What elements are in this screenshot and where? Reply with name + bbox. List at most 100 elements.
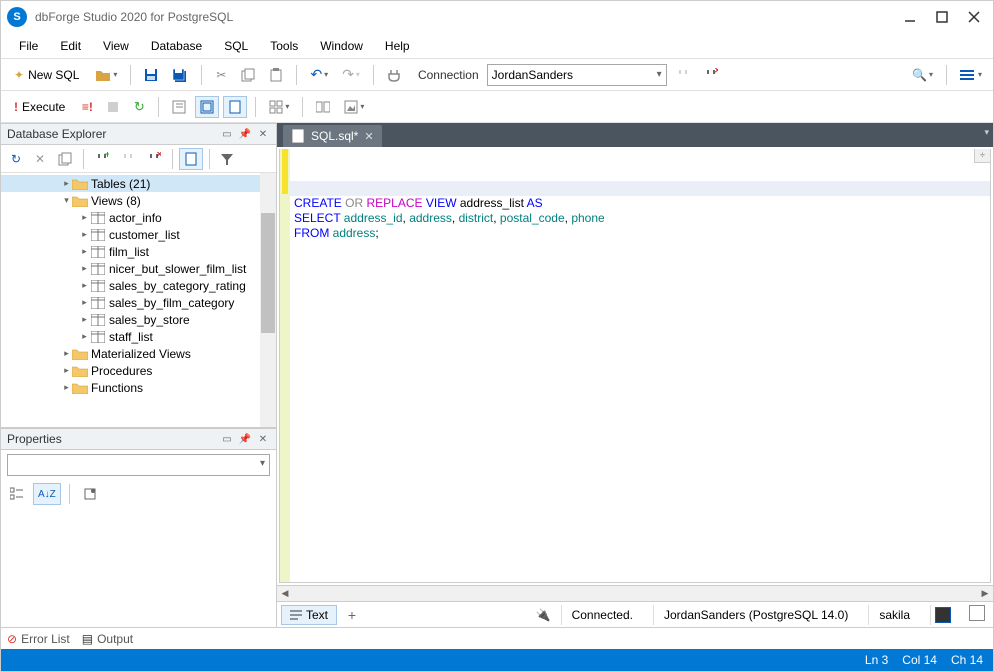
- refresh-button[interactable]: ↻: [128, 96, 150, 118]
- sql-editor[interactable]: ÷ CREATE OR REPLACE VIEW address_list AS…: [290, 149, 990, 582]
- minimize-button[interactable]: [903, 10, 917, 24]
- menu-help[interactable]: Help: [375, 36, 420, 56]
- remove-conn-button[interactable]: ×: [142, 148, 166, 170]
- execute-button[interactable]: !Execute: [7, 96, 72, 118]
- tree-row[interactable]: ▸customer_list: [1, 226, 276, 243]
- panel-close-button[interactable]: ✕: [256, 127, 270, 141]
- stop-button[interactable]: [102, 96, 124, 118]
- paste-button[interactable]: [264, 64, 288, 86]
- expand-icon[interactable]: ▸: [79, 263, 90, 274]
- add-view-button[interactable]: +: [343, 606, 361, 624]
- properties-categorized-button[interactable]: [5, 483, 29, 505]
- tree-label: staff_list: [109, 330, 153, 344]
- tab-close-button[interactable]: ✕: [364, 130, 373, 143]
- tree-row[interactable]: ▸sales_by_category_rating: [1, 277, 276, 294]
- tb-compare-button[interactable]: [311, 96, 335, 118]
- refresh-tree-button[interactable]: ↻: [5, 148, 27, 170]
- view-mode-empty-button[interactable]: [969, 605, 985, 621]
- tree-row[interactable]: ▸ nicer_but_slower_film_list: [1, 260, 276, 277]
- properties-alphabetical-button[interactable]: A↓Z: [33, 483, 61, 505]
- scroll-right-button[interactable]: ▶: [977, 588, 993, 599]
- expand-icon[interactable]: ▸: [79, 314, 90, 325]
- menu-window[interactable]: Window: [310, 36, 373, 56]
- expand-icon[interactable]: ▸: [79, 246, 90, 257]
- expand-icon[interactable]: ▸: [79, 212, 90, 223]
- find-button[interactable]: 🔍▾: [907, 64, 938, 86]
- tb-format-button[interactable]: [167, 96, 191, 118]
- tree-row[interactable]: ▸actor_info: [1, 209, 276, 226]
- menu-edit[interactable]: Edit: [50, 36, 91, 56]
- properties-pin-button[interactable]: 📌: [238, 432, 252, 446]
- tree-row[interactable]: ▸Materialized Views: [1, 345, 276, 362]
- expand-icon[interactable]: ▸: [61, 178, 72, 189]
- tree-row[interactable]: ▸sales_by_film_category: [1, 294, 276, 311]
- redo-button[interactable]: ↷▾: [337, 64, 365, 86]
- editor-tab[interactable]: SQL.sql* ✕: [283, 125, 382, 147]
- tree-row[interactable]: ▸Tables (21): [1, 175, 276, 192]
- tree-row[interactable]: ▸Procedures: [1, 362, 276, 379]
- maximize-button[interactable]: [935, 10, 949, 24]
- menu-database[interactable]: Database: [141, 36, 212, 56]
- panel-pin-button[interactable]: 📌: [238, 127, 252, 141]
- save-button[interactable]: [139, 64, 163, 86]
- tree-label: Views (8): [91, 194, 141, 208]
- output-tab[interactable]: ▤Output: [82, 632, 133, 646]
- tb-image-button[interactable]: ▾: [339, 96, 369, 118]
- expand-icon[interactable]: ▸: [79, 331, 90, 342]
- tree-row[interactable]: ▾ Views (8): [1, 192, 276, 209]
- new-sql-button[interactable]: ✦New SQL: [7, 64, 86, 86]
- undo-button[interactable]: ↶▾: [305, 64, 333, 86]
- tree-row[interactable]: ▸Functions: [1, 379, 276, 396]
- execute-to-cursor-button[interactable]: ≡!: [76, 96, 98, 118]
- menu-view[interactable]: View: [93, 36, 139, 56]
- expand-icon[interactable]: ▸: [79, 297, 90, 308]
- menu-sql[interactable]: SQL: [214, 36, 258, 56]
- tb-outline-button[interactable]: [195, 96, 219, 118]
- delete-node-button[interactable]: ✕: [29, 148, 51, 170]
- tree-label: film_list: [109, 245, 149, 259]
- tree-scrollbar[interactable]: [260, 173, 276, 427]
- attach-connection-button[interactable]: [382, 64, 406, 86]
- properties-close-button[interactable]: ✕: [256, 432, 270, 446]
- tree-row[interactable]: ▸ film_list: [1, 243, 276, 260]
- text-view-button[interactable]: Text: [281, 605, 337, 625]
- panel-window-button[interactable]: ▭: [220, 127, 234, 141]
- tree-mode-button[interactable]: [179, 148, 203, 170]
- save-all-button[interactable]: [167, 64, 193, 86]
- error-list-tab[interactable]: ⊘Error List: [7, 632, 70, 646]
- view-mode-filled-button[interactable]: [935, 607, 951, 623]
- menu-tools[interactable]: Tools: [260, 36, 308, 56]
- copy-button[interactable]: [236, 64, 260, 86]
- close-button[interactable]: [967, 10, 981, 24]
- tb-grid-button[interactable]: ▾: [264, 96, 294, 118]
- disconnect-button[interactable]: [671, 64, 695, 86]
- filter-tree-button[interactable]: [216, 148, 238, 170]
- properties-pages-button[interactable]: [78, 483, 102, 505]
- open-dropdown-button[interactable]: ▾: [90, 64, 122, 86]
- cut-button[interactable]: ✂: [210, 64, 232, 86]
- connection-select[interactable]: JordanSanders: [487, 64, 667, 86]
- tree-row[interactable]: ▸ staff_list: [1, 328, 276, 345]
- expand-icon[interactable]: ▸: [79, 229, 90, 240]
- tab-overflow-button[interactable]: ▾: [984, 127, 989, 138]
- tree-label: nicer_but_slower_film_list: [109, 262, 246, 276]
- remove-connection-button[interactable]: ×: [699, 64, 723, 86]
- tb-script-button[interactable]: [223, 96, 247, 118]
- properties-object-select[interactable]: [7, 454, 270, 476]
- expand-icon[interactable]: ▸: [61, 365, 72, 376]
- db-tree[interactable]: ▸Tables (21) ▾ Views (8)▸actor_info▸custom…: [1, 173, 276, 427]
- copy-node-button[interactable]: [53, 148, 77, 170]
- expand-icon[interactable]: ▾: [61, 195, 72, 206]
- editor-h-scrollbar[interactable]: ◀ ▶: [277, 585, 993, 601]
- scroll-left-button[interactable]: ◀: [277, 588, 293, 599]
- expand-icon[interactable]: ▸: [61, 348, 72, 359]
- settings-button[interactable]: ▾: [955, 64, 987, 86]
- new-conn-button[interactable]: +: [90, 148, 114, 170]
- expand-icon[interactable]: ▸: [79, 280, 90, 291]
- properties-window-button[interactable]: ▭: [220, 432, 234, 446]
- menu-file[interactable]: File: [9, 36, 48, 56]
- expand-icon[interactable]: ▸: [61, 382, 72, 393]
- tree-row[interactable]: ▸sales_by_store: [1, 311, 276, 328]
- disconnect-tree-button[interactable]: [116, 148, 140, 170]
- editor-split-button[interactable]: ÷: [974, 149, 990, 163]
